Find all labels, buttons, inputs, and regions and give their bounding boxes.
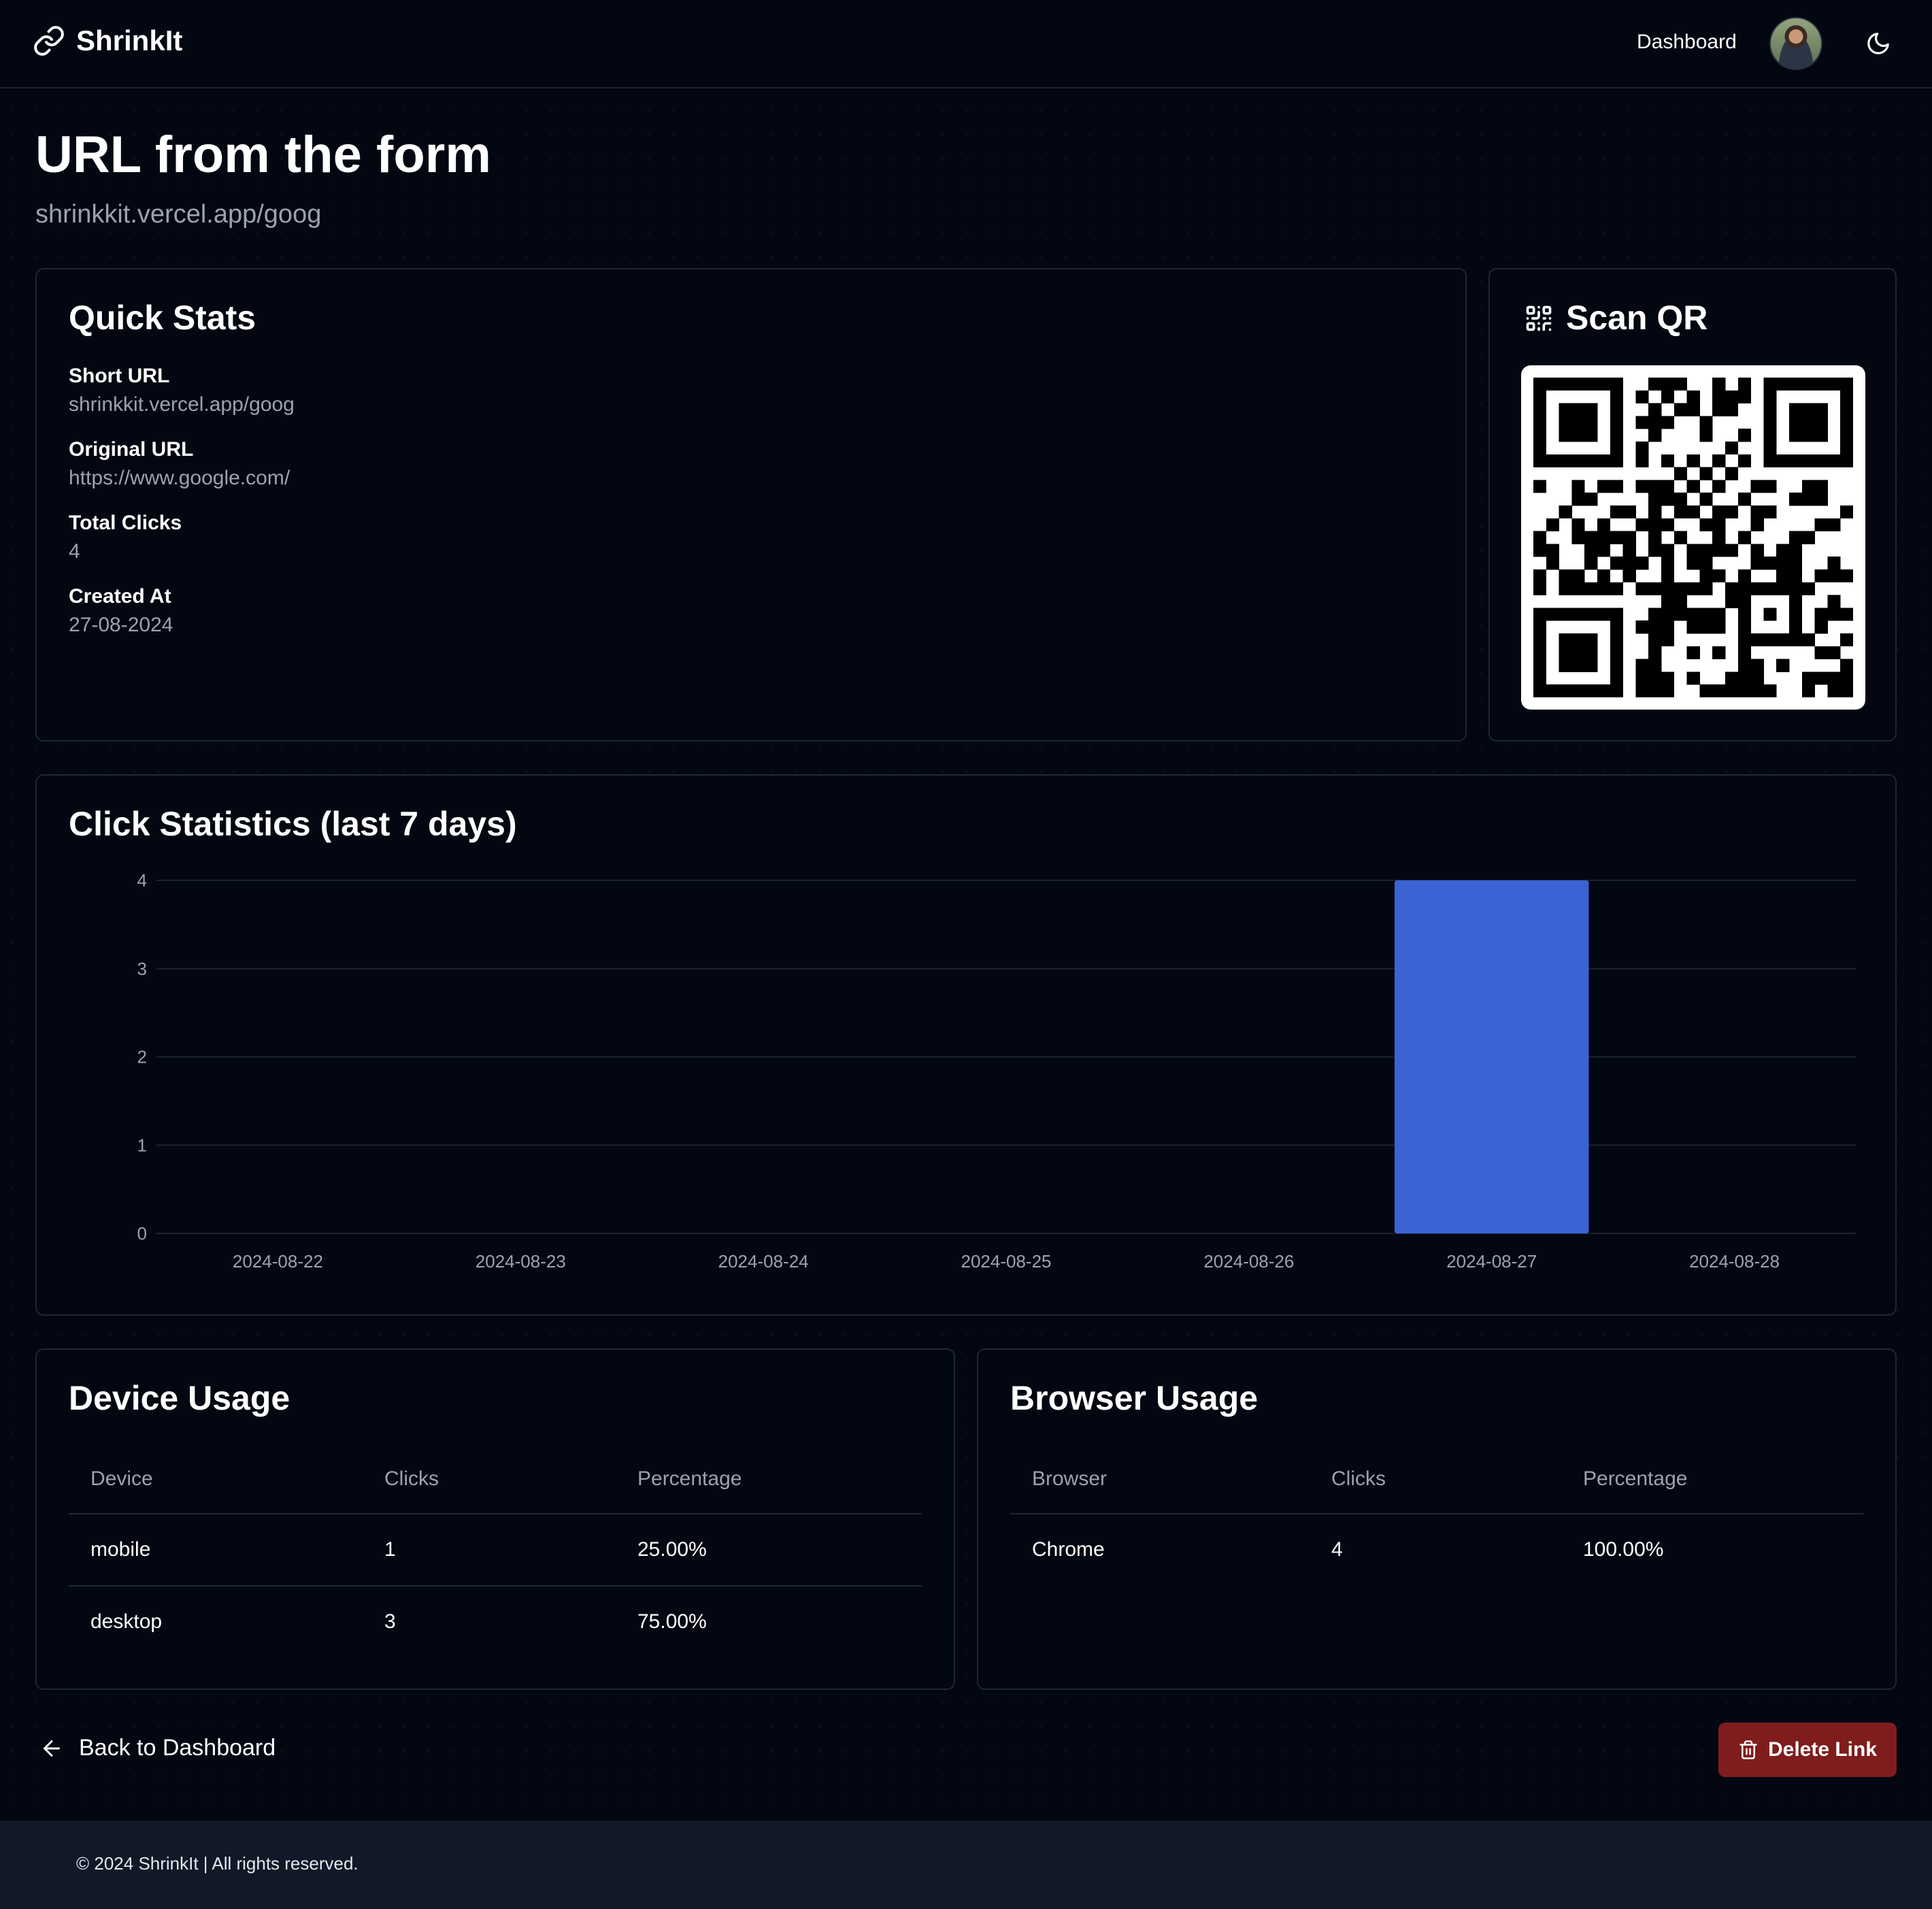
clicks-cell: 3 [384,1610,396,1633]
page-title: URL from the form [35,126,491,184]
qr-code-icon [1526,305,1552,331]
created-at-label: Created At [69,585,171,608]
created-at-value: 27-08-2024 [69,614,173,636]
x-tick-label: 2024-08-23 [476,1251,566,1272]
column-header: Browser [1010,1445,1310,1514]
x-tick-label: 2024-08-27 [1446,1251,1537,1272]
x-tick-label: 2024-08-25 [961,1251,1052,1272]
short-url-label: Short URL [69,365,170,387]
nav-dashboard-link[interactable]: Dashboard [1637,31,1737,54]
column-header: Device [69,1445,363,1514]
table-row: desktop 3 75.00% [69,1586,922,1657]
percentage-cell: 100.00% [1583,1538,1664,1561]
table-header-row: Browser Clicks Percentage [1010,1445,1863,1514]
device-usage-title: Device Usage [69,1379,290,1417]
column-header: Clicks [363,1445,616,1514]
trash-icon [1739,1740,1757,1759]
device-cell: mobile [69,1514,363,1587]
top-nav: ShrinkIt Dashboard [0,0,1932,88]
clicks-cell: 4 [1331,1538,1343,1561]
browser-usage-table: Browser Clicks Percentage Chrome 4 100.0… [1010,1445,1863,1585]
quick-stats-title: Quick Stats [69,299,256,337]
y-tick-label: 4 [137,870,147,891]
y-tick-label: 0 [137,1223,147,1244]
brand-name: ShrinkIt [76,24,183,56]
y-tick-label: 3 [137,959,147,979]
original-url-label: Original URL [69,438,194,461]
click-stats-title: Click Statistics (last 7 days) [69,805,517,843]
x-tick-label: 2024-08-28 [1689,1251,1780,1272]
click-stats-chart: 0 1 2 3 4 2024-08-22 2024-08-23 2024-08-24 2024-… [137,870,1856,1272]
percentage-cell: 25.00% [616,1514,922,1587]
quick-stats-card [35,268,1467,742]
delete-link-button[interactable]: Delete Link [1718,1723,1897,1777]
x-tick-label: 2024-08-24 [718,1251,809,1272]
percentage-cell: 75.00% [637,1610,707,1633]
x-tick-label: 2024-08-22 [233,1251,323,1272]
browser-cell: Chrome [1032,1538,1105,1561]
table-header-row: Device Clicks Percentage [69,1445,922,1514]
moon-icon[interactable] [1865,31,1891,56]
delete-link-label: Delete Link [1767,1738,1878,1761]
y-tick-label: 2 [137,1047,147,1067]
chart-bar[interactable] [1394,880,1589,1233]
footer-copyright: © 2024 ShrinkIt | All rights reserved. [76,1853,359,1874]
link-icon [34,26,64,56]
table-row: mobile 1 25.00% [69,1514,922,1587]
footer: © 2024 ShrinkIt | All rights reserved. [0,1821,1932,1909]
total-clicks-label: Total Clicks [69,512,182,534]
clicks-cell: 1 [363,1514,616,1587]
arrow-left-icon [44,1740,60,1757]
column-header: Clicks [1310,1445,1561,1514]
column-header: Percentage [616,1445,922,1514]
brand-logo[interactable]: ShrinkIt [33,24,182,57]
back-to-dashboard-label: Back to Dashboard [79,1735,276,1761]
qr-code [1521,365,1865,710]
device-cell: desktop [90,1610,163,1633]
x-tick-label: 2024-08-26 [1203,1251,1294,1272]
qr-code-image [1533,378,1853,697]
scan-qr-title: Scan QR [1566,299,1708,337]
back-to-dashboard-link[interactable]: Back to Dashboard [39,1735,276,1761]
column-header: Percentage [1561,1445,1863,1514]
page-subtitle: shrinkkit.vercel.app/goog [35,200,322,229]
device-usage-table: Device Clicks Percentage mobile 1 25.00%… [69,1445,922,1657]
total-clicks-value: 4 [69,540,80,563]
browser-usage-title: Browser Usage [1010,1379,1259,1417]
table-row: Chrome 4 100.00% [1010,1514,1863,1585]
y-tick-label: 1 [137,1135,147,1155]
avatar[interactable] [1769,17,1822,70]
short-url-value: shrinkkit.vercel.app/goog [69,393,295,416]
original-url-value: https://www.google.com/ [69,467,290,489]
